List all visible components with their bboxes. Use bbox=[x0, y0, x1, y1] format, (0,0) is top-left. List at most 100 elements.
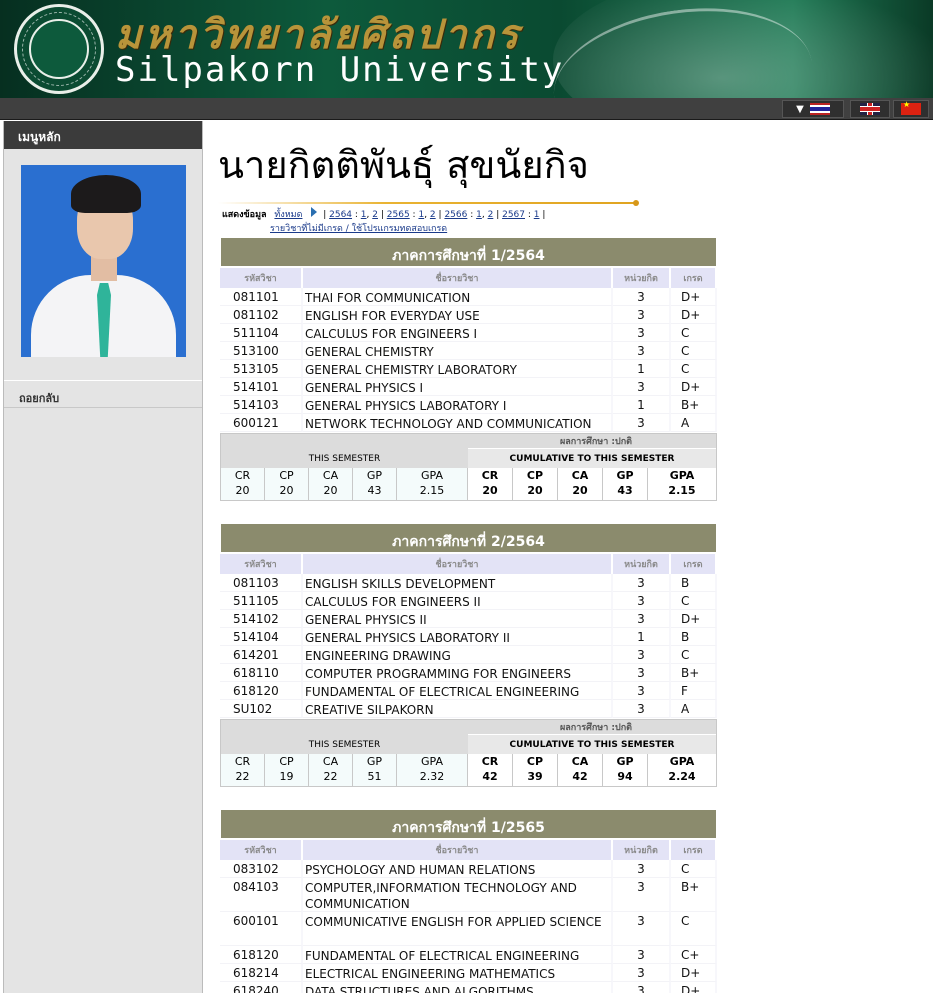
course-grade: C bbox=[671, 360, 717, 378]
course-code: 618120 bbox=[220, 682, 303, 700]
cum-ca-value: 42 bbox=[572, 770, 588, 783]
language-english-button[interactable] bbox=[850, 100, 890, 118]
course-name: GENERAL PHYSICS LABORATORY II bbox=[303, 628, 613, 646]
cumulative-header: ผลการศึกษา :ปกติ CUMULATIVE TO THIS SEMES… bbox=[468, 434, 716, 468]
course-row: 081101 THAI FOR COMMUNICATION 3 D+ bbox=[220, 288, 717, 306]
academic-status: ผลการศึกษา :ปกติ bbox=[468, 434, 716, 449]
column-header-grade: เกรด bbox=[671, 554, 717, 574]
course-code: 514103 bbox=[220, 396, 303, 414]
cum-cr-cell: CR 20 bbox=[468, 468, 513, 500]
course-grade: D+ bbox=[671, 982, 717, 993]
filter-colon: : bbox=[352, 210, 361, 220]
language-chinese-button[interactable] bbox=[893, 100, 929, 118]
university-seal-logo bbox=[14, 4, 104, 94]
thai-flag-icon bbox=[809, 103, 830, 115]
this-gpa-label: GPA bbox=[421, 469, 443, 482]
this-cr-label: CR bbox=[234, 755, 251, 768]
this-semester-label: THIS SEMESTER bbox=[221, 434, 468, 468]
cum-cp-label: CP bbox=[526, 755, 544, 768]
course-code: 600121 bbox=[220, 414, 303, 432]
course-name: FUNDAMENTAL OF ELECTRICAL ENGINEERING bbox=[303, 682, 613, 700]
this-gp-cell: GP 43 bbox=[353, 468, 397, 500]
cum-cp-value: 39 bbox=[527, 770, 543, 783]
course-credit: 3 bbox=[613, 878, 671, 912]
course-credit: 3 bbox=[613, 982, 671, 993]
summary-header: THIS SEMESTER ผลการศึกษา :ปกติ CUMULATIVE … bbox=[221, 720, 716, 754]
course-name: COMPUTER,INFORMATION TECHNOLOGY AND COMM… bbox=[303, 878, 613, 912]
cumulative-label: CUMULATIVE TO THIS SEMESTER bbox=[468, 449, 716, 468]
back-link[interactable]: ถอยกลับ bbox=[4, 380, 202, 408]
column-header-name: ชื่อรายวิชา bbox=[303, 840, 613, 860]
filter-colon: : bbox=[467, 210, 477, 220]
language-dropdown[interactable]: ▼ bbox=[782, 100, 844, 118]
column-header-name: ชื่อรายวิชา bbox=[303, 268, 613, 288]
column-header-credit: หน่วยกิต bbox=[613, 840, 671, 860]
filter-year-link[interactable]: 2565 bbox=[387, 210, 410, 220]
course-row: 514104 GENERAL PHYSICS LABORATORY II 1 B bbox=[220, 628, 717, 646]
cum-cr-label: CR bbox=[481, 469, 499, 482]
course-grade: C bbox=[671, 646, 717, 664]
course-row: 083102 PSYCHOLOGY AND HUMAN RELATIONS 3 C bbox=[220, 860, 717, 878]
course-code: SU102 bbox=[220, 700, 303, 718]
course-name: GENERAL CHEMISTRY LABORATORY bbox=[303, 360, 613, 378]
this-gp-value: 51 bbox=[367, 770, 382, 783]
university-name-english: Silpakorn University bbox=[115, 50, 565, 90]
cum-cr-cell: CR 42 bbox=[468, 754, 513, 786]
course-code: 618240 bbox=[220, 982, 303, 993]
semester-summary: THIS SEMESTER ผลการศึกษา :ปกติ CUMULATIVE … bbox=[220, 719, 717, 787]
filter-year-link[interactable]: 2566 bbox=[444, 210, 467, 220]
cum-gpa-label: GPA bbox=[669, 755, 695, 768]
course-name: ELECTRICAL ENGINEERING MATHEMATICS bbox=[303, 964, 613, 982]
course-credit: 3 bbox=[613, 306, 671, 324]
ungraded-courses-link[interactable]: รายวิชาที่ไม่มีเกรด / ใช้โปรแกรมทดสอบเกร… bbox=[270, 224, 447, 234]
filter-term-link[interactable]: 2 bbox=[430, 210, 436, 220]
course-name: CREATIVE SILPAKORN bbox=[303, 700, 613, 718]
cum-gpa-value: 2.24 bbox=[668, 770, 696, 783]
cumulative-label: CUMULATIVE TO THIS SEMESTER bbox=[468, 735, 716, 754]
semester-filter: แสดงข้อมูล ทั้งหมด | 2564 : 1, 2 | 2565 … bbox=[222, 207, 546, 234]
course-row: 614201 ENGINEERING DRAWING 3 C bbox=[220, 646, 717, 664]
filter-separator: | bbox=[542, 210, 546, 220]
course-grade: C bbox=[671, 324, 717, 342]
filter-year-link[interactable]: 2564 bbox=[329, 210, 352, 220]
course-code: 081101 bbox=[220, 288, 303, 306]
filter-term-link[interactable]: 1 bbox=[534, 210, 540, 220]
course-name: GENERAL PHYSICS LABORATORY I bbox=[303, 396, 613, 414]
divider-dot bbox=[633, 200, 639, 206]
course-row: 511105 CALCULUS FOR ENGINEERS II 3 C bbox=[220, 592, 717, 610]
course-grade: C+ bbox=[671, 946, 717, 964]
course-code: 600101 bbox=[220, 912, 303, 946]
cum-ca-label: CA bbox=[571, 755, 589, 768]
course-name: GENERAL PHYSICS II bbox=[303, 610, 613, 628]
course-credit: 3 bbox=[613, 324, 671, 342]
course-grade: A bbox=[671, 700, 717, 718]
column-header-code: รหัสวิชา bbox=[220, 554, 303, 574]
chevron-down-icon: ▼ bbox=[796, 103, 804, 115]
course-row: 084103 COMPUTER,INFORMATION TECHNOLOGY AN… bbox=[220, 878, 717, 912]
filter-all-link[interactable]: ทั้งหมด bbox=[274, 210, 302, 220]
course-name: GENERAL CHEMISTRY bbox=[303, 342, 613, 360]
course-table-header: รหัสวิชา ชื่อรายวิชา หน่วยกิต เกรด bbox=[220, 840, 717, 860]
course-row: 600101 COMMUNICATIVE ENGLISH FOR APPLIED … bbox=[220, 912, 717, 946]
student-photo bbox=[21, 165, 186, 357]
student-name: นายกิตติพันธุ์ สุขนัยกิจ bbox=[218, 143, 589, 187]
this-cp-label: CP bbox=[279, 469, 294, 482]
this-cr-value: 22 bbox=[235, 770, 250, 783]
filter-year-link[interactable]: 2567 bbox=[502, 210, 525, 220]
this-ca-cell: CA 20 bbox=[309, 468, 353, 500]
cum-cr-label: CR bbox=[481, 755, 499, 768]
this-gp-label: GP bbox=[366, 469, 383, 482]
course-credit: 1 bbox=[613, 628, 671, 646]
this-gpa-cell: GPA 2.15 bbox=[397, 468, 468, 500]
course-grade: C bbox=[671, 342, 717, 360]
course-row: 081102 ENGLISH FOR EVERYDAY USE 3 D+ bbox=[220, 306, 717, 324]
course-row: 618240 DATA STRUCTURES AND ALGORITHMS 3 D+ bbox=[220, 982, 717, 993]
course-credit: 3 bbox=[613, 574, 671, 592]
this-cp-cell: CP 20 bbox=[265, 468, 309, 500]
course-grade: C bbox=[671, 860, 717, 878]
course-grade: D+ bbox=[671, 306, 717, 324]
semester-title: ภาคการศึกษาที่ 1/2565 bbox=[220, 809, 717, 839]
course-code: 618120 bbox=[220, 946, 303, 964]
course-credit: 3 bbox=[613, 946, 671, 964]
column-header-grade: เกรด bbox=[671, 840, 717, 860]
